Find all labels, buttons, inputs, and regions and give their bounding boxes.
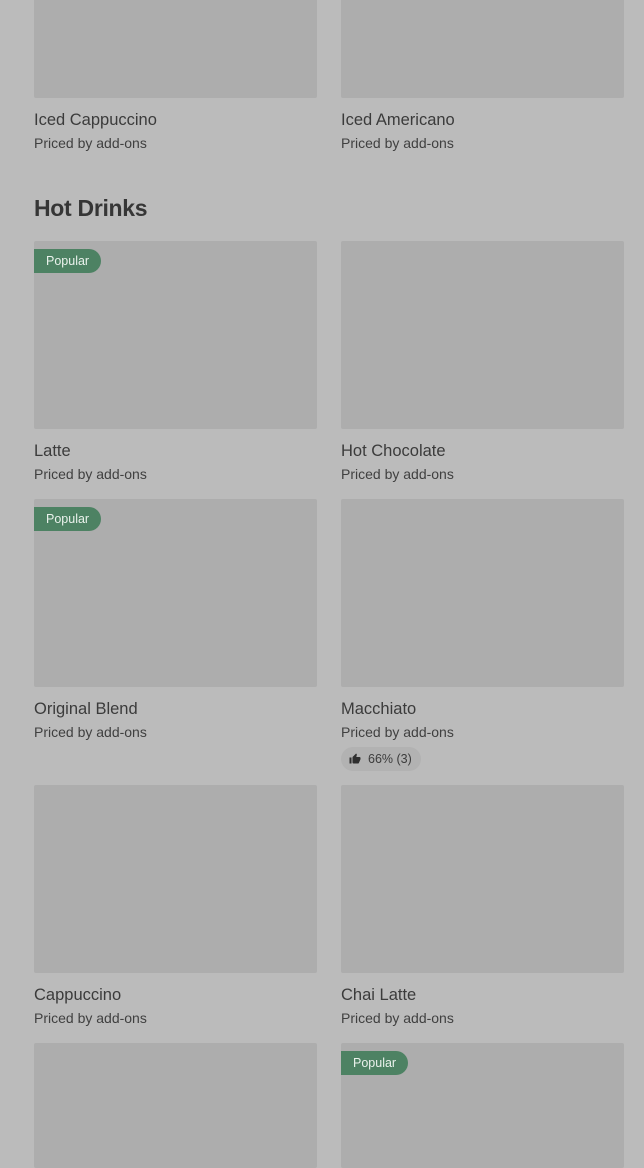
menu-item-card[interactable]: Chai Latte Priced by add-ons: [341, 785, 624, 1027]
item-name[interactable]: Iced Cappuccino: [34, 110, 317, 130]
popular-badge: Popular: [341, 1051, 409, 1075]
menu-item-card[interactable]: Popular: [341, 1043, 624, 1168]
menu-item-card[interactable]: Hot Chocolate Priced by add-ons: [341, 241, 624, 483]
item-price: Priced by add-ons: [341, 1010, 454, 1026]
section-title: Hot Drinks: [34, 195, 148, 221]
item-name[interactable]: Hot Chocolate: [341, 441, 624, 461]
item-image[interactable]: Popular: [34, 499, 317, 687]
item-image[interactable]: [34, 785, 317, 973]
menu-item-card[interactable]: Iced Cappuccino Priced by add-ons: [34, 0, 317, 152]
menu-item-card[interactable]: Cappuccino Priced by add-ons: [34, 785, 317, 1027]
popular-badge: Popular: [34, 249, 102, 273]
menu-item-card[interactable]: Iced Americano Priced by add-ons: [341, 0, 624, 152]
popular-badge: Popular: [34, 507, 102, 531]
item-name[interactable]: Original Blend: [34, 699, 317, 719]
item-name[interactable]: Macchiato: [341, 699, 624, 719]
item-price: Priced by add-ons: [34, 135, 147, 151]
thumbs-up-icon: [349, 753, 361, 764]
item-price: Priced by add-ons: [341, 724, 454, 740]
item-price: Priced by add-ons: [34, 466, 147, 482]
item-image[interactable]: [34, 0, 317, 98]
rating-badge: 66% (3): [341, 747, 421, 771]
item-image[interactable]: Popular: [34, 241, 317, 429]
item-image[interactable]: [34, 1043, 317, 1168]
menu-item-card[interactable]: Popular Latte Priced by add-ons: [34, 241, 317, 483]
item-name[interactable]: Chai Latte: [341, 985, 624, 1005]
rating-text: 66% (3): [368, 752, 412, 766]
item-image[interactable]: [341, 785, 624, 973]
item-name[interactable]: Cappuccino: [34, 985, 317, 1005]
item-name[interactable]: Latte: [34, 441, 317, 461]
item-image[interactable]: Popular: [341, 1043, 624, 1168]
menu-item-card[interactable]: Macchiato Priced by add-ons 66% (3): [341, 499, 624, 771]
item-price: Priced by add-ons: [34, 724, 147, 740]
item-image[interactable]: [341, 499, 624, 687]
item-price: Priced by add-ons: [341, 135, 454, 151]
menu-item-card[interactable]: [34, 1043, 317, 1168]
menu-item-card[interactable]: Popular Original Blend Priced by add-ons: [34, 499, 317, 741]
menu-page: Iced Cappuccino Priced by add-ons Iced A…: [0, 0, 644, 1168]
item-image[interactable]: [341, 0, 624, 98]
item-image[interactable]: [341, 241, 624, 429]
item-price: Priced by add-ons: [341, 466, 454, 482]
item-name[interactable]: Iced Americano: [341, 110, 624, 130]
item-price: Priced by add-ons: [34, 1010, 147, 1026]
